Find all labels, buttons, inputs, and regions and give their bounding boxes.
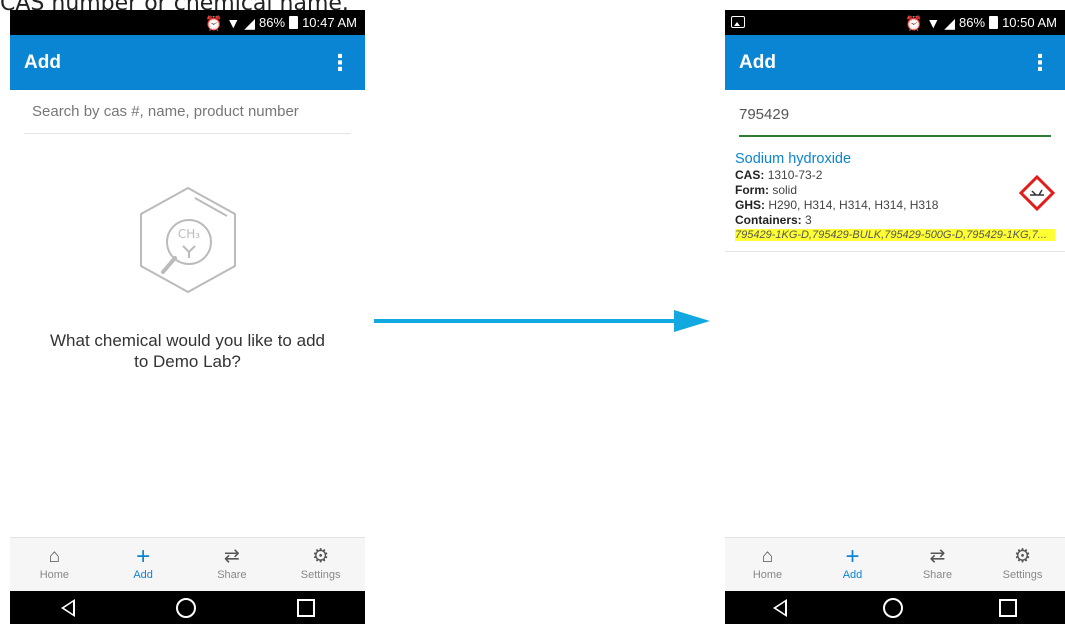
form-value: solid	[772, 183, 798, 197]
signal-icon: ◢	[244, 14, 256, 31]
cas-line: CAS: 1310-73-2	[735, 168, 1055, 183]
status-bar: ⏰ ▼ ◢ 86% 10:50 AM	[725, 10, 1065, 35]
wifi-icon: ▼	[926, 14, 941, 31]
back-icon[interactable]	[60, 598, 75, 617]
containers-value: 3	[805, 213, 812, 227]
cas-value: 1310-73-2	[767, 168, 823, 182]
cas-label: CAS:	[735, 168, 765, 182]
nav-add[interactable]: + Add	[810, 538, 895, 591]
nav-share[interactable]: ⇄ Share	[188, 538, 277, 591]
nav-label: Home	[39, 569, 70, 581]
status-time: 10:47 AM	[302, 15, 357, 30]
search-input[interactable]: Search by cas #, name, product number	[24, 90, 351, 134]
system-navigation-bar	[10, 591, 365, 624]
list-item[interactable]: Sodium hydroxide CAS: 1310-73-2 Form: so…	[725, 137, 1065, 252]
chemical-search-icon: CH₃	[139, 186, 236, 294]
gear-icon: ⚙	[1013, 546, 1032, 567]
bottom-navigation: ⌂ Home + Add ⇄ Share ⚙ Settings	[725, 537, 1065, 591]
battery-icon	[289, 16, 299, 29]
gear-icon: ⚙	[312, 546, 330, 567]
battery-percent: 86%	[959, 15, 986, 30]
status-time: 10:50 AM	[1002, 15, 1057, 30]
empty-state-message: What chemical would you like to add to D…	[50, 331, 325, 371]
nav-label: Share	[922, 569, 953, 581]
page-title: Add	[24, 51, 61, 73]
alarm-icon: ⏰	[904, 14, 923, 31]
form-line: Form: solid	[735, 183, 1055, 198]
svg-text:CH₃: CH₃	[177, 227, 199, 241]
image-notification-icon	[731, 16, 745, 28]
home-button-icon[interactable]	[175, 597, 196, 618]
app-bar: Add ⋮	[10, 35, 365, 90]
plus-icon: +	[845, 543, 860, 570]
nav-label: Share	[217, 569, 247, 581]
system-navigation-bar	[725, 591, 1065, 624]
app-bar: Add ⋮	[725, 35, 1065, 90]
form-label: Form:	[735, 183, 769, 197]
status-bar: ⏰ ▼ ◢ 86% 10:47 AM	[10, 10, 365, 35]
home-icon: ⌂	[48, 546, 61, 567]
battery-icon	[989, 16, 999, 29]
wifi-icon: ▼	[226, 14, 241, 31]
swap-icon: ⇄	[223, 546, 240, 567]
nav-settings[interactable]: ⚙ Settings	[980, 538, 1065, 591]
ghs-value: H290, H314, H314, H314, H318	[768, 198, 939, 212]
containers-label: Containers:	[735, 213, 802, 227]
chemical-name[interactable]: Sodium hydroxide	[735, 151, 1055, 167]
transition-arrow	[374, 310, 710, 332]
battery-percent: 86%	[259, 15, 286, 30]
nav-home[interactable]: ⌂ Home	[10, 538, 99, 591]
nav-settings[interactable]: ⚙ Settings	[276, 538, 365, 591]
nav-label: Home	[752, 569, 783, 581]
nav-share[interactable]: ⇄ Share	[895, 538, 980, 591]
home-icon: ⌂	[761, 546, 774, 567]
nav-label: Settings	[300, 569, 341, 581]
nav-label: Add	[133, 569, 153, 581]
bottom-navigation: ⌂ Home + Add ⇄ Share ⚙ Settings	[10, 537, 365, 591]
nav-label: Settings	[1002, 569, 1043, 581]
nav-home[interactable]: ⌂ Home	[725, 538, 810, 591]
ghs-label: GHS:	[735, 198, 765, 212]
phone-screen-right: ⏰ ▼ ◢ 86% 10:50 AM Add ⋮ 795429 Sodium h…	[725, 10, 1065, 624]
alarm-icon: ⏰	[204, 14, 223, 31]
containers-line: Containers: 3	[735, 213, 1055, 228]
signal-icon: ◢	[944, 14, 956, 31]
corrosive-hazard-icon	[1019, 175, 1055, 211]
empty-state: CH₃ What chemical would you like to add …	[10, 180, 365, 372]
phone-screen-left: ⏰ ▼ ◢ 86% 10:47 AM Add ⋮ Search by cas #…	[10, 10, 365, 624]
nav-add[interactable]: + Add	[99, 538, 188, 591]
recent-apps-icon[interactable]	[296, 598, 315, 617]
more-vert-icon[interactable]: ⋮	[1029, 51, 1051, 74]
plus-icon: +	[136, 543, 151, 570]
search-input[interactable]: 795429	[739, 94, 1051, 137]
swap-icon: ⇄	[929, 546, 946, 567]
product-numbers: 795429-1KG-D,795429-BULK,795429-500G-D,7…	[735, 229, 1055, 241]
nav-label: Add	[842, 569, 863, 581]
home-button-icon[interactable]	[883, 597, 903, 618]
more-vert-icon[interactable]: ⋮	[329, 51, 351, 74]
back-icon[interactable]	[773, 598, 787, 617]
ghs-line: GHS: H290, H314, H314, H314, H318	[735, 198, 1055, 213]
page-title: Add	[739, 51, 776, 73]
recent-apps-icon[interactable]	[999, 598, 1017, 617]
